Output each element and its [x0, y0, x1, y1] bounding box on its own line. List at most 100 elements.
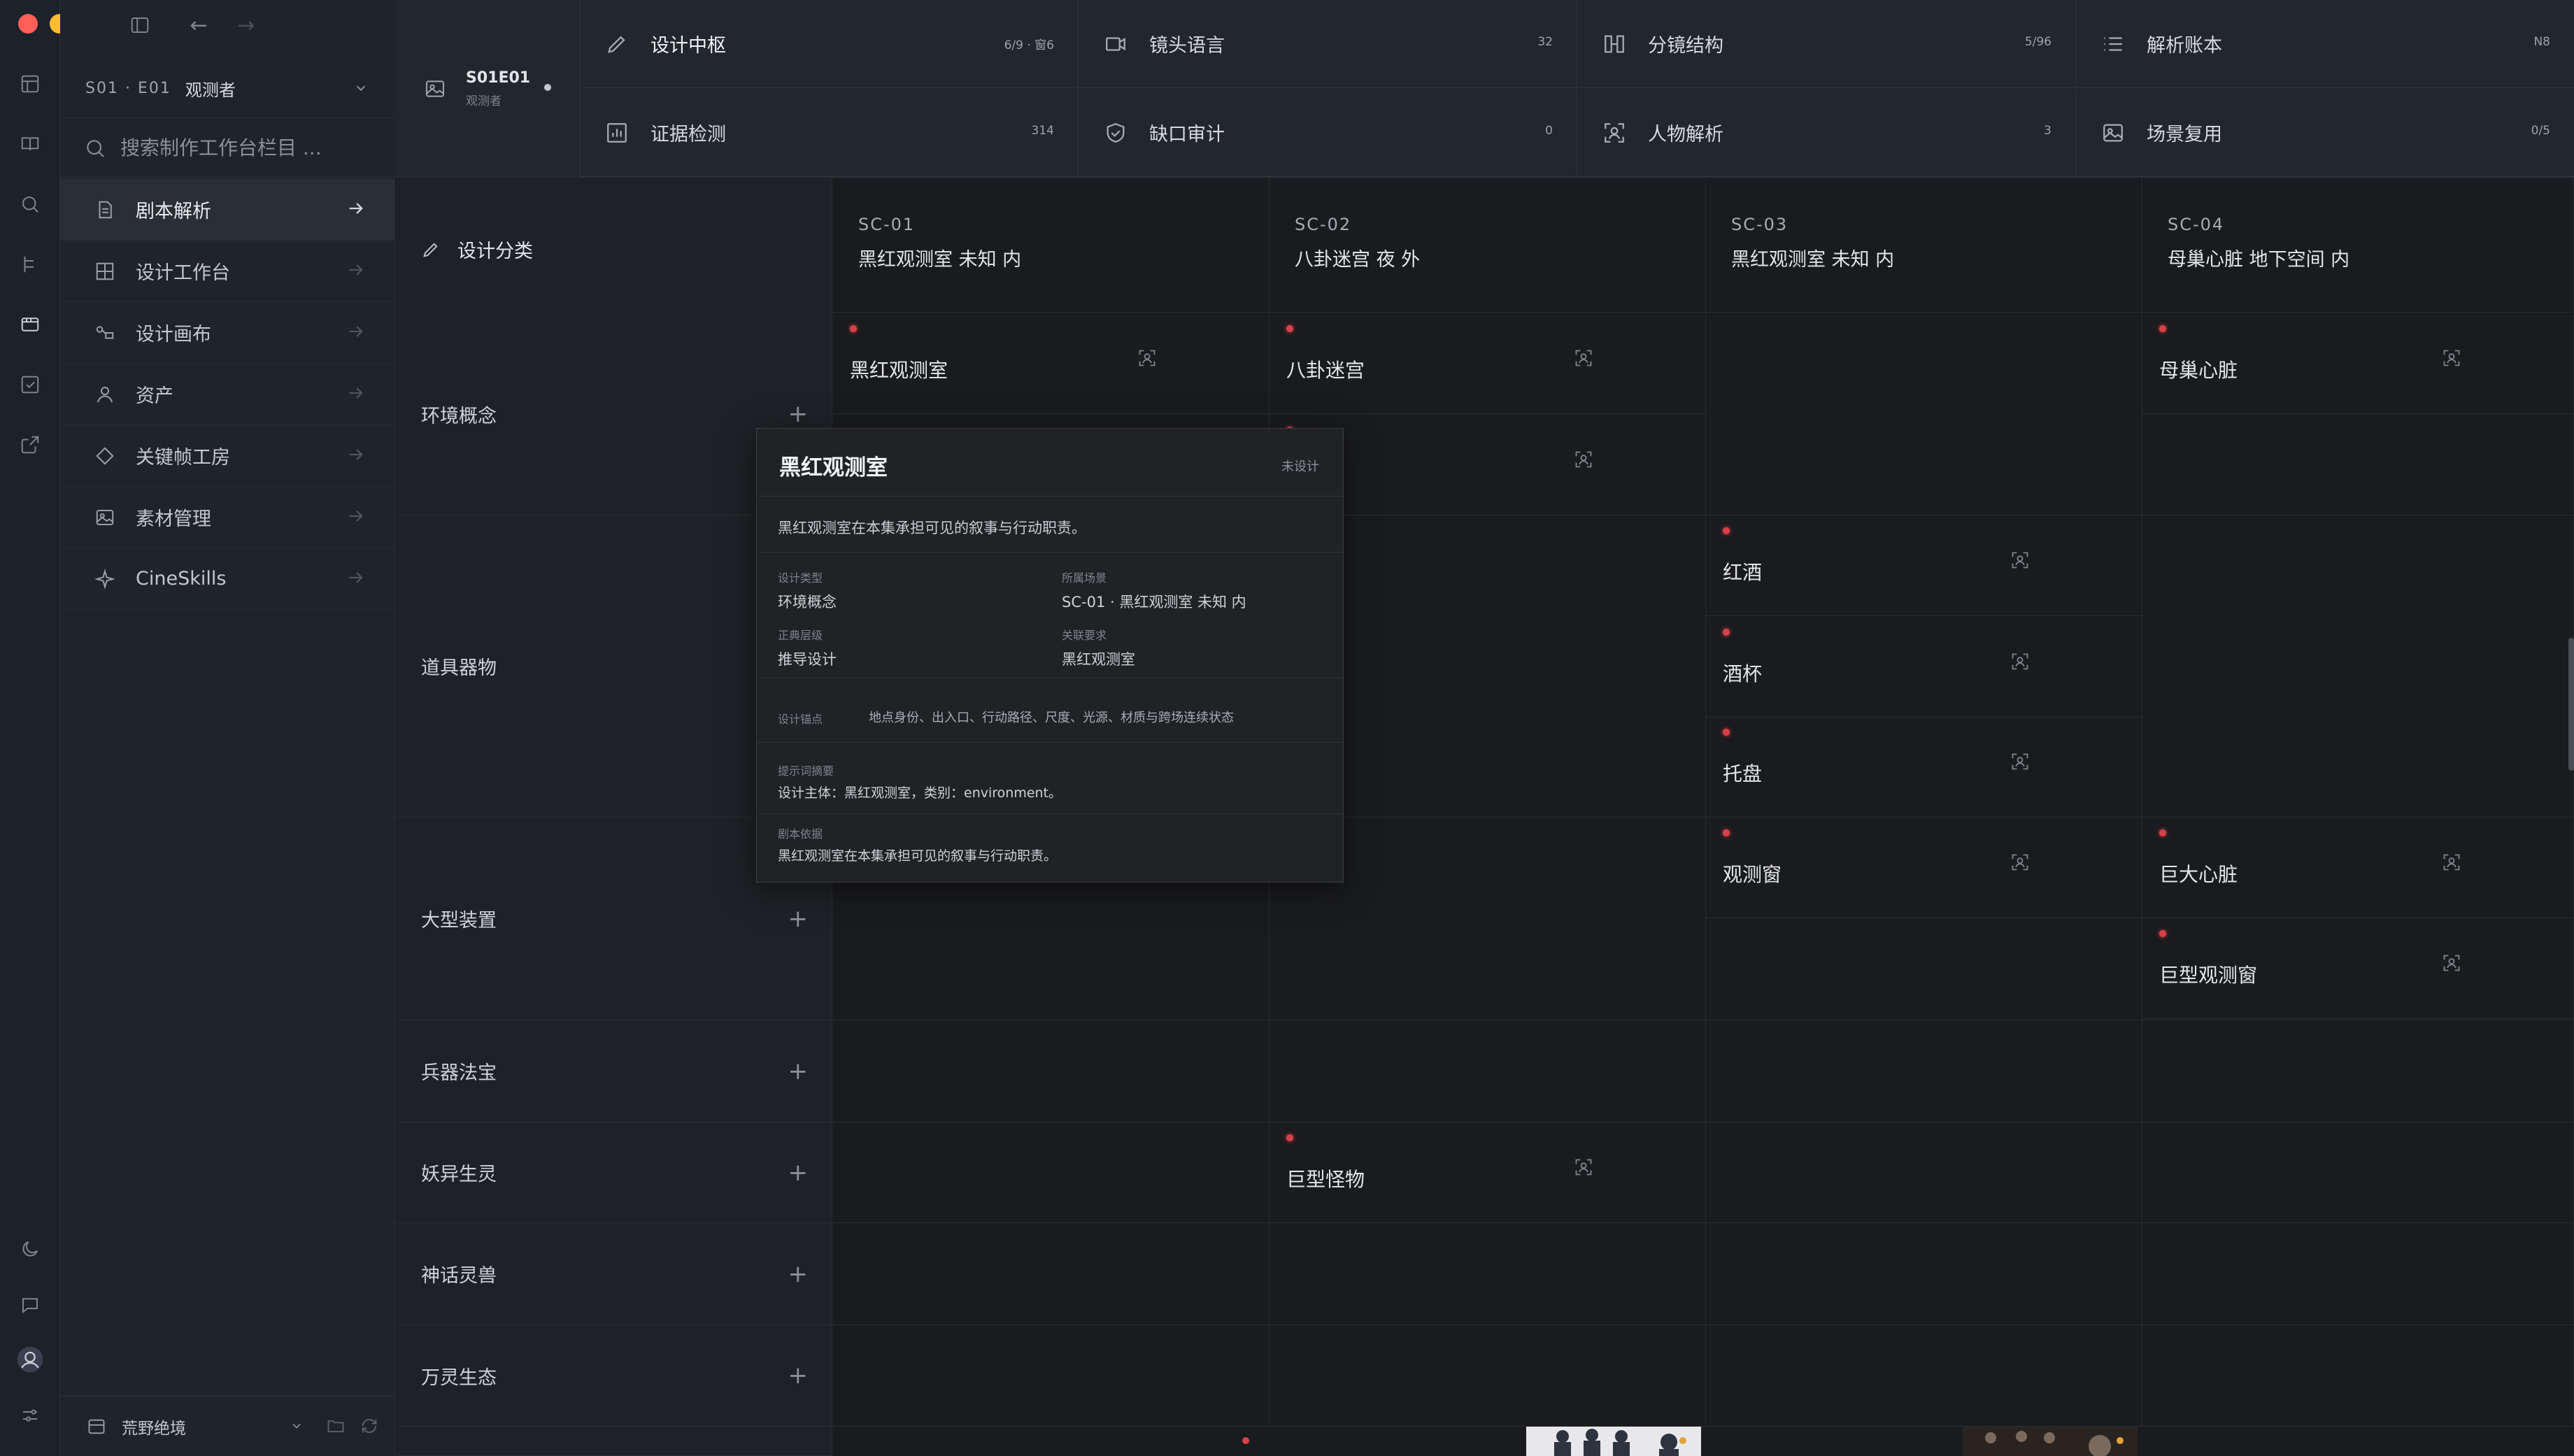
search-icon[interactable]: [16, 190, 44, 218]
design-item-card[interactable]: 托盘: [1706, 717, 2142, 818]
scene-column-header[interactable]: SC-01 黑红观测室 未知 内: [833, 178, 1270, 313]
grid-cell[interactable]: [1706, 1122, 2142, 1223]
tab-label: 分镜结构: [1648, 35, 1723, 57]
design-item-label: 八卦迷宫: [1286, 359, 1365, 382]
tab-1-3[interactable]: 场景复用 0/5: [2077, 89, 2574, 177]
grid-cell[interactable]: [833, 1122, 1270, 1223]
grid-cell[interactable]: [2142, 515, 2574, 818]
export-icon[interactable]: [16, 431, 44, 459]
design-item-card[interactable]: 酒杯: [1706, 617, 2142, 718]
add-item-button[interactable]: +: [788, 1262, 809, 1286]
tab-label: 证据检测: [650, 124, 726, 145]
folder-icon[interactable]: [326, 1416, 346, 1436]
book-icon[interactable]: [16, 130, 44, 158]
avatar[interactable]: [16, 1346, 44, 1373]
face-scan-icon[interactable]: [2442, 348, 2461, 368]
chevron-down-icon[interactable]: [290, 1419, 304, 1433]
grid-cell[interactable]: [1270, 1020, 1706, 1122]
category-label: 妖异生灵: [421, 1164, 497, 1185]
sync-icon[interactable]: [360, 1416, 379, 1436]
design-item-card[interactable]: 巨型观测窗: [2142, 918, 2574, 1019]
sidebar-item-0[interactable]: 剧本解析: [60, 179, 395, 241]
sidebar-item-2[interactable]: 设计画布: [60, 302, 395, 364]
face-scan-icon[interactable]: [2010, 852, 2030, 872]
tab-0-3[interactable]: 解析账本 N8: [2077, 0, 2574, 88]
sidebar-item-3[interactable]: 资产: [60, 364, 395, 425]
episode-selector[interactable]: S01 · E01 观测者: [60, 59, 395, 118]
back-button[interactable]: ←: [183, 10, 214, 41]
tab-1-0[interactable]: 证据检测 314: [581, 89, 1079, 177]
divider: [757, 813, 1343, 814]
face-scan-icon[interactable]: [1137, 348, 1157, 368]
grid-cell[interactable]: [833, 1020, 1270, 1122]
episode-tile[interactable]: S01E01 观测者: [396, 0, 581, 178]
sidebar-toggle-icon[interactable]: [125, 10, 155, 41]
popover-description: 黑红观测室在本集承担可见的叙事与行动职责。: [778, 520, 1086, 536]
add-item-button[interactable]: +: [788, 402, 809, 426]
design-item-card[interactable]: 八卦迷宫: [1270, 313, 1706, 414]
scene-column-header[interactable]: SC-02 八卦迷宫 夜 外: [1270, 178, 1706, 313]
checkbox-icon[interactable]: [16, 371, 44, 399]
tab-1-2[interactable]: 人物解析 3: [1578, 89, 2076, 177]
sidebar-item-1[interactable]: 设计工作台: [60, 241, 395, 302]
film-icon[interactable]: [16, 311, 44, 338]
sliders-icon[interactable]: [16, 1401, 44, 1429]
face-scan-icon[interactable]: [1574, 348, 1593, 368]
tree-icon[interactable]: [16, 250, 44, 278]
grid-cell[interactable]: [1706, 1325, 2142, 1427]
grid-cell[interactable]: [2142, 1020, 2574, 1122]
forward-button[interactable]: →: [231, 10, 262, 41]
close-window-button[interactable]: [18, 14, 38, 34]
design-item-card[interactable]: 巨型怪物: [1270, 1122, 1706, 1223]
status-dot: [1723, 729, 1730, 736]
search-input[interactable]: [120, 136, 351, 159]
design-item-card[interactable]: 红酒: [1706, 515, 2142, 616]
face-scan-icon[interactable]: [2010, 550, 2030, 570]
grid-cell[interactable]: [2142, 1122, 2574, 1223]
tab-0-1[interactable]: 镜头语言 32: [1079, 0, 1577, 88]
tab-0-0[interactable]: 设计中枢 6/9 · 窗6: [581, 0, 1079, 88]
design-item-card[interactable]: 黑红观测室: [833, 313, 1270, 414]
category-row: 万灵生态 +: [396, 1325, 832, 1427]
add-item-button[interactable]: +: [788, 1161, 809, 1185]
face-scan-icon[interactable]: [2442, 852, 2461, 872]
thumbnail-image[interactable]: [1526, 1427, 1701, 1456]
face-scan-icon[interactable]: [2010, 652, 2030, 671]
category-label: 大型装置: [421, 910, 497, 932]
chat-icon[interactable]: [16, 1291, 44, 1319]
grid-cell[interactable]: [1270, 1325, 1706, 1427]
tab-label: 场景复用: [2147, 124, 2222, 145]
sidebar-item-5[interactable]: 素材管理: [60, 487, 395, 548]
add-item-button[interactable]: +: [788, 1364, 809, 1387]
grid-cell[interactable]: [1706, 1223, 2142, 1325]
grid-cell[interactable]: [2142, 1325, 2574, 1427]
episode-title: S01E01: [466, 69, 531, 87]
scene-column-header[interactable]: SC-03 黑红观测室 未知 内: [1706, 178, 2142, 313]
scene-column-header[interactable]: SC-04 母巢心脏 地下空间 内: [2142, 178, 2574, 313]
design-item-card[interactable]: 观测窗: [1706, 818, 2142, 918]
face-scan-icon[interactable]: [1574, 1157, 1593, 1177]
grid-cell[interactable]: [1706, 313, 2142, 515]
grid-cell[interactable]: [2142, 1223, 2574, 1325]
grid-cell[interactable]: [1270, 1223, 1706, 1325]
tab-1-1[interactable]: 缺口审计 0: [1079, 89, 1577, 177]
layout-icon[interactable]: [16, 70, 44, 98]
project-selector[interactable]: 荒野绝境: [60, 1396, 395, 1456]
grid-cell[interactable]: [833, 1325, 1270, 1427]
design-item-card[interactable]: 母巢心脏: [2142, 313, 2574, 414]
design-item-card[interactable]: 巨大心脏: [2142, 818, 2574, 918]
add-item-button[interactable]: +: [788, 1059, 809, 1083]
face-scan-icon[interactable]: [2010, 752, 2030, 771]
grid-cell[interactable]: [1706, 1020, 2142, 1122]
grid-cell[interactable]: [833, 1223, 1270, 1325]
face-scan-icon[interactable]: [1574, 450, 1593, 469]
sidebar-item-6[interactable]: CineSkills: [60, 548, 395, 610]
scrollbar-thumb[interactable]: [2568, 638, 2574, 771]
moon-icon[interactable]: [16, 1235, 44, 1263]
sidebar-item-4[interactable]: 关键帧工房: [60, 425, 395, 487]
scene-name: 八卦迷宫 夜 外: [1295, 249, 1421, 271]
face-scan-icon[interactable]: [2442, 953, 2461, 973]
thumbnail-image[interactable]: [1963, 1427, 2138, 1456]
add-item-button[interactable]: +: [788, 907, 809, 931]
tab-0-2[interactable]: 分镜结构 5/96: [1578, 0, 2076, 88]
